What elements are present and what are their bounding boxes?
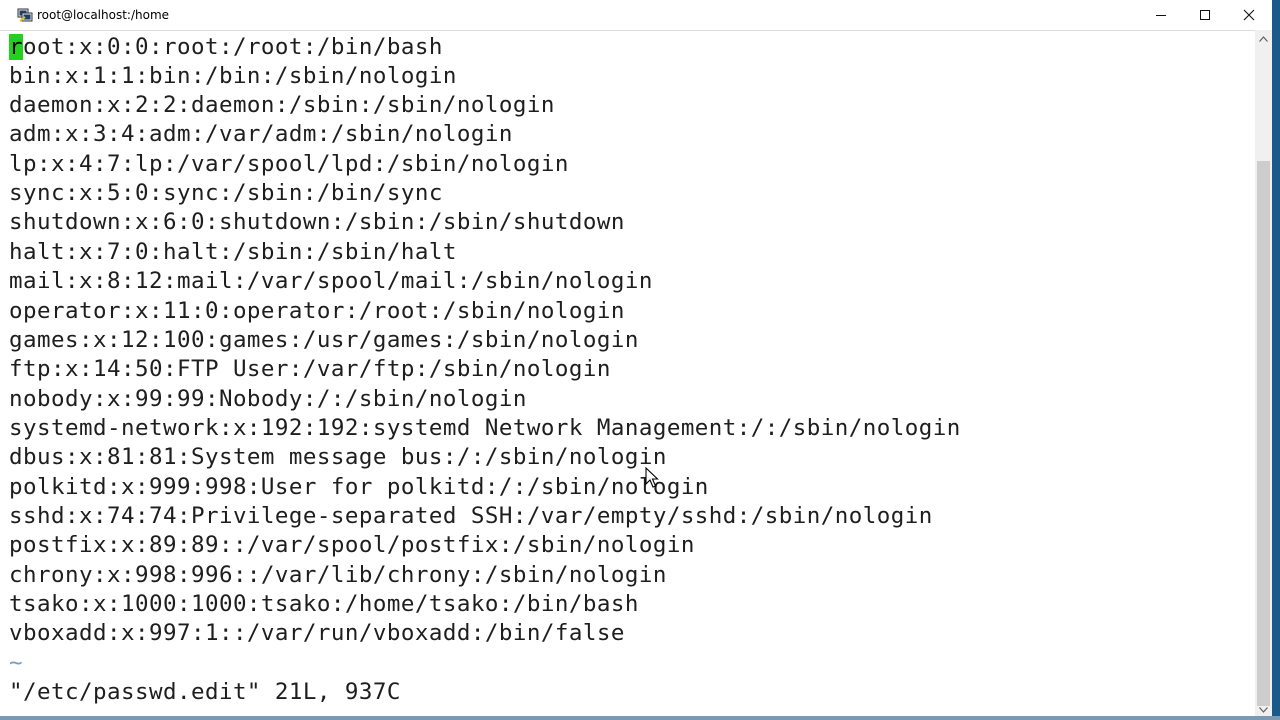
terminal-line: lp:x:4:7:lp:/var/spool/lpd:/sbin/nologin <box>9 151 569 177</box>
scrollbar-thumb[interactable] <box>1257 161 1270 706</box>
terminal-line: ftp:x:14:50:FTP User:/var/ftp:/sbin/nolo… <box>9 356 611 382</box>
terminal-line: operator:x:11:0:operator:/root:/sbin/nol… <box>9 298 625 324</box>
terminal-line: bin:x:1:1:bin:/bin:/sbin/nologin <box>9 63 457 89</box>
terminal-line: dbus:x:81:81:System message bus:/:/sbin/… <box>9 444 667 470</box>
empty-line-marker: ~ <box>9 650 23 676</box>
terminal-line: postfix:x:89:89::/var/spool/postfix:/sbi… <box>9 532 695 558</box>
terminal-line: sshd:x:74:74:Privilege-separated SSH:/va… <box>9 503 933 529</box>
minimize-icon <box>1156 15 1166 16</box>
close-button[interactable] <box>1226 0 1272 30</box>
terminal-line: sync:x:5:0:sync:/sbin:/bin/sync <box>9 180 443 206</box>
status-line: "/etc/passwd.edit" 21L, 937C <box>9 679 401 705</box>
terminal-area[interactable]: root:x:0:0:root:/root:/bin/bash bin:x:1:… <box>0 30 1255 719</box>
scroll-up-arrow-icon <box>1259 35 1268 42</box>
terminal-line: shutdown:x:6:0:shutdown:/sbin:/sbin/shut… <box>9 209 625 235</box>
putty-terminal-icon[interactable] <box>17 7 33 23</box>
terminal-line: adm:x:3:4:adm:/var/adm:/sbin/nologin <box>9 121 513 147</box>
maximize-button[interactable] <box>1182 0 1228 30</box>
terminal-line: nobody:x:99:99:Nobody:/:/sbin/nologin <box>9 386 527 412</box>
maximize-icon <box>1200 10 1210 20</box>
window-title: root@localhost:/home <box>37 8 170 22</box>
text-cursor: r <box>9 34 23 60</box>
desktop-edge <box>1272 0 1280 720</box>
close-icon <box>1243 9 1255 21</box>
minimize-button[interactable] <box>1138 0 1184 30</box>
terminal-line: tsako:x:1000:1000:tsako:/home/tsako:/bin… <box>9 591 639 617</box>
terminal-line: root:x:0:0:root:/root:/bin/bash <box>9 33 443 62</box>
scroll-up-button[interactable] <box>1255 30 1272 47</box>
terminal-line: games:x:12:100:games:/usr/games:/sbin/no… <box>9 327 639 353</box>
terminal-line: polkitd:x:999:998:User for polkitd:/:/sb… <box>9 474 709 500</box>
terminal-line: systemd-network:x:192:192:systemd Networ… <box>9 415 961 441</box>
window-bottom-border <box>0 716 1280 720</box>
terminal-line: daemon:x:2:2:daemon:/sbin:/sbin/nologin <box>9 92 555 118</box>
terminal-line: chrony:x:998:996::/var/lib/chrony:/sbin/… <box>9 562 667 588</box>
title-bar[interactable]: root@localhost:/home <box>0 0 1280 30</box>
mouse-pointer-icon <box>645 467 659 488</box>
terminal-line: mail:x:8:12:mail:/var/spool/mail:/sbin/n… <box>9 268 653 294</box>
terminal-line: vboxadd:x:997:1::/var/run/vboxadd:/bin/f… <box>9 620 625 646</box>
terminal-line: halt:x:7:0:halt:/sbin:/sbin/halt <box>9 239 457 265</box>
terminal-line-text: oot:x:0:0:root:/root:/bin/bash <box>23 34 443 60</box>
scroll-down-arrow-icon <box>1259 706 1268 713</box>
vertical-scrollbar[interactable] <box>1255 30 1272 718</box>
